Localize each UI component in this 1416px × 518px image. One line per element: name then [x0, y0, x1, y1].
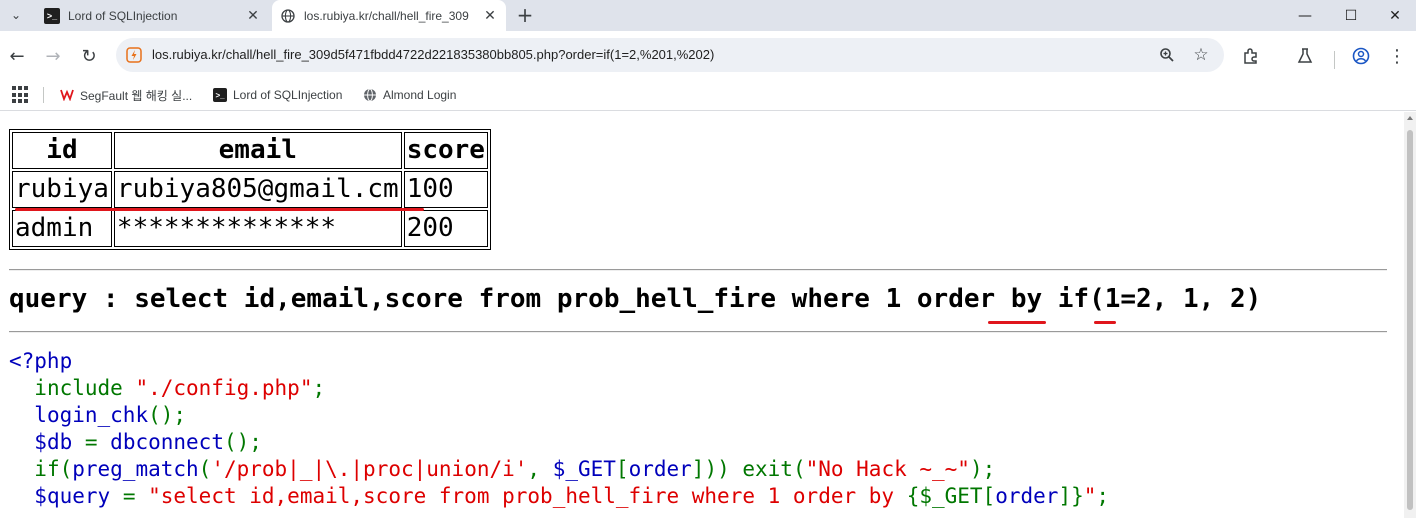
code-line: $db = dbconnect(); [34, 430, 262, 454]
close-icon[interactable]: ✕ [243, 6, 263, 26]
close-window-button[interactable]: ✕ [1372, 0, 1416, 31]
code-line: login_chk(); [34, 403, 187, 427]
labs-flask-icon[interactable] [1293, 44, 1317, 68]
divider [9, 269, 1387, 271]
php-source-code: <?php include "./config.php"; login_chk(… [9, 348, 1109, 510]
cell-id: admin [12, 210, 112, 247]
toolbar: ← → ↻ los.rubiya.kr/chall/hell_fire_309d… [0, 31, 1416, 79]
extensions-icon[interactable] [1239, 44, 1263, 68]
apps-grid-icon[interactable] [12, 86, 30, 104]
bookmark-star-icon[interactable]: ☆ [1190, 45, 1212, 65]
zoom-icon[interactable] [1156, 45, 1178, 65]
scroll-up-arrow-icon[interactable] [1407, 116, 1413, 120]
bookmark-almond-login[interactable]: Almond Login [363, 86, 456, 104]
code-line: if(preg_match('/prob|_|\.|proc|union/i',… [34, 457, 996, 481]
bookmarks-bar: SegFault 웹 해킹 실... >_ Lord of SQLInjecti… [0, 79, 1416, 111]
table-row: admin ************** 200 [12, 210, 488, 247]
header-email: email [113, 132, 402, 169]
cell-id: rubiya [12, 171, 112, 208]
code-line: include "./config.php"; [34, 376, 326, 400]
new-tab-button[interactable]: + [512, 3, 538, 27]
cell-email: ************** [113, 210, 402, 247]
query-prefix: query : select id,email,score from prob_… [9, 284, 1105, 314]
query-suffix: ) [1245, 284, 1262, 314]
table-header-row: id email score [12, 132, 488, 169]
cell-score: 100 [403, 171, 488, 208]
result-table: id email score rubiya rubiya805@gmail.cm… [9, 129, 491, 250]
annotation-underline-condition [988, 321, 1046, 324]
cell-score: 200 [403, 210, 488, 247]
query-last: 2 [1229, 284, 1246, 314]
tab-title: los.rubiya.kr/chall/hell_fire_309 [304, 8, 469, 23]
forward-button[interactable]: → [40, 43, 66, 69]
globe-icon [363, 88, 377, 102]
bookmark-label: Almond Login [383, 88, 457, 102]
annotation-underline-row [15, 208, 424, 211]
reload-button[interactable]: ↻ [76, 43, 102, 69]
back-button[interactable]: ← [4, 43, 30, 69]
close-icon[interactable]: ✕ [480, 6, 500, 26]
segfault-icon [60, 88, 74, 102]
table-row: rubiya rubiya805@gmail.cm 100 [12, 171, 488, 208]
bookmark-label: Lord of SQLInjection [233, 88, 343, 102]
scrollbar-thumb[interactable] [1407, 130, 1413, 510]
tab-hell-fire[interactable]: los.rubiya.kr/chall/hell_fire_309 ✕ [272, 0, 506, 31]
site-info-icon[interactable] [124, 45, 144, 65]
maximize-button[interactable]: ☐ [1328, 0, 1374, 31]
query-text: query : select id,email,score from prob_… [9, 284, 1261, 314]
divider [9, 331, 1387, 333]
bookmark-lord-of-sqlinjection[interactable]: >_ Lord of SQLInjection [213, 86, 342, 104]
profile-avatar-icon[interactable] [1349, 44, 1373, 68]
header-score: score [403, 132, 488, 169]
code-line: <?php [9, 349, 73, 373]
bookmarks-divider [43, 87, 44, 103]
query-condition: 1=2, [1104, 284, 1168, 314]
code-line: $query = "select id,email,score from pro… [34, 484, 1110, 508]
vertical-scrollbar[interactable] [1404, 112, 1416, 518]
bookmark-segfault[interactable]: SegFault 웹 해킹 실... [60, 86, 192, 104]
tab-search-icon[interactable]: ⌄ [4, 4, 28, 26]
terminal-icon: >_ [213, 88, 227, 102]
address-bar[interactable]: los.rubiya.kr/chall/hell_fire_309d5f471f… [116, 38, 1224, 72]
url-text: los.rubiya.kr/chall/hell_fire_309d5f471f… [152, 47, 715, 62]
toolbar-divider [1334, 51, 1335, 69]
cell-email: rubiya805@gmail.cm [113, 171, 402, 208]
annotation-underline-value [1094, 321, 1116, 324]
header-id: id [12, 132, 112, 169]
minimize-button[interactable]: — [1282, 0, 1328, 31]
more-menu-icon[interactable]: ⋮ [1385, 44, 1409, 68]
page-content: id email score rubiya rubiya805@gmail.cm… [0, 112, 1404, 518]
query-mid: 1, [1167, 284, 1230, 314]
globe-icon [280, 8, 296, 24]
terminal-icon: >_ [44, 7, 60, 24]
tab-strip: ⌄ >_ Lord of SQLInjection ✕ los.rubiya.k… [0, 0, 1416, 31]
bookmark-label: SegFault 웹 해킹 실... [80, 88, 193, 103]
tab-lord-of-sqlinjection[interactable]: >_ Lord of SQLInjection ✕ [36, 0, 269, 31]
tab-title: Lord of SQLInjection [68, 8, 178, 23]
